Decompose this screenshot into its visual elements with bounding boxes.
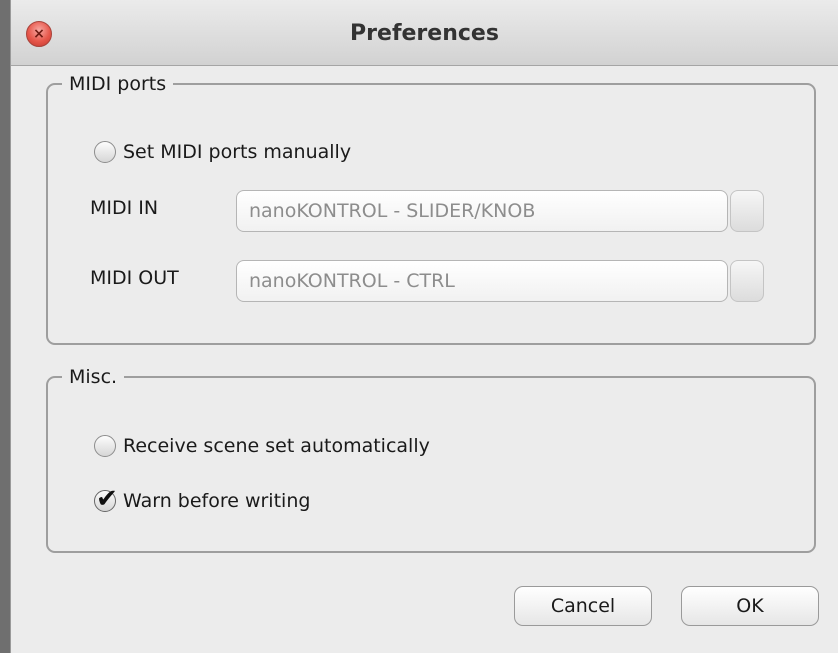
receive-scene-set-label[interactable]: Receive scene set automatically [123, 435, 430, 457]
set-midi-ports-manually-row[interactable]: Set MIDI ports manually [94, 135, 351, 169]
misc-legend: Misc. [69, 366, 118, 388]
set-midi-ports-manually-checkbox[interactable] [94, 141, 116, 163]
midi-in-select[interactable]: nanoKONTROL - SLIDER/KNOB [236, 190, 728, 232]
close-button[interactable]: × [26, 21, 52, 47]
set-midi-ports-manually-label[interactable]: Set MIDI ports manually [123, 141, 351, 163]
receive-scene-set-row[interactable]: Receive scene set automatically [94, 429, 430, 463]
checkmark-icon: ✔ [96, 484, 118, 514]
midi-ports-legend: MIDI ports [69, 73, 167, 95]
warn-before-writing-row[interactable]: ✔ Warn before writing [94, 484, 310, 518]
receive-scene-set-checkbox[interactable] [94, 435, 116, 457]
midi-out-select[interactable]: nanoKONTROL - CTRL [236, 260, 728, 302]
midi-in-label: MIDI IN [90, 197, 159, 219]
warn-before-writing-checkbox[interactable]: ✔ [94, 484, 118, 514]
title-bar[interactable]: Preferences × [11, 0, 838, 66]
warn-before-writing-label[interactable]: Warn before writing [123, 490, 310, 512]
window-title: Preferences [350, 21, 499, 46]
close-icon: × [33, 26, 45, 42]
midi-out-dropdown-button[interactable] [730, 260, 764, 302]
ok-button[interactable]: OK [681, 586, 819, 626]
preferences-window: Preferences × MIDI ports Set MIDI ports … [10, 0, 838, 653]
cancel-button[interactable]: Cancel [514, 586, 652, 626]
midi-out-label: MIDI OUT [90, 267, 179, 289]
midi-ports-group: MIDI ports Set MIDI ports manually MIDI … [46, 73, 816, 345]
misc-group: Misc. Receive scene set automatically ✔ … [46, 366, 816, 553]
midi-in-dropdown-button[interactable] [730, 190, 764, 232]
